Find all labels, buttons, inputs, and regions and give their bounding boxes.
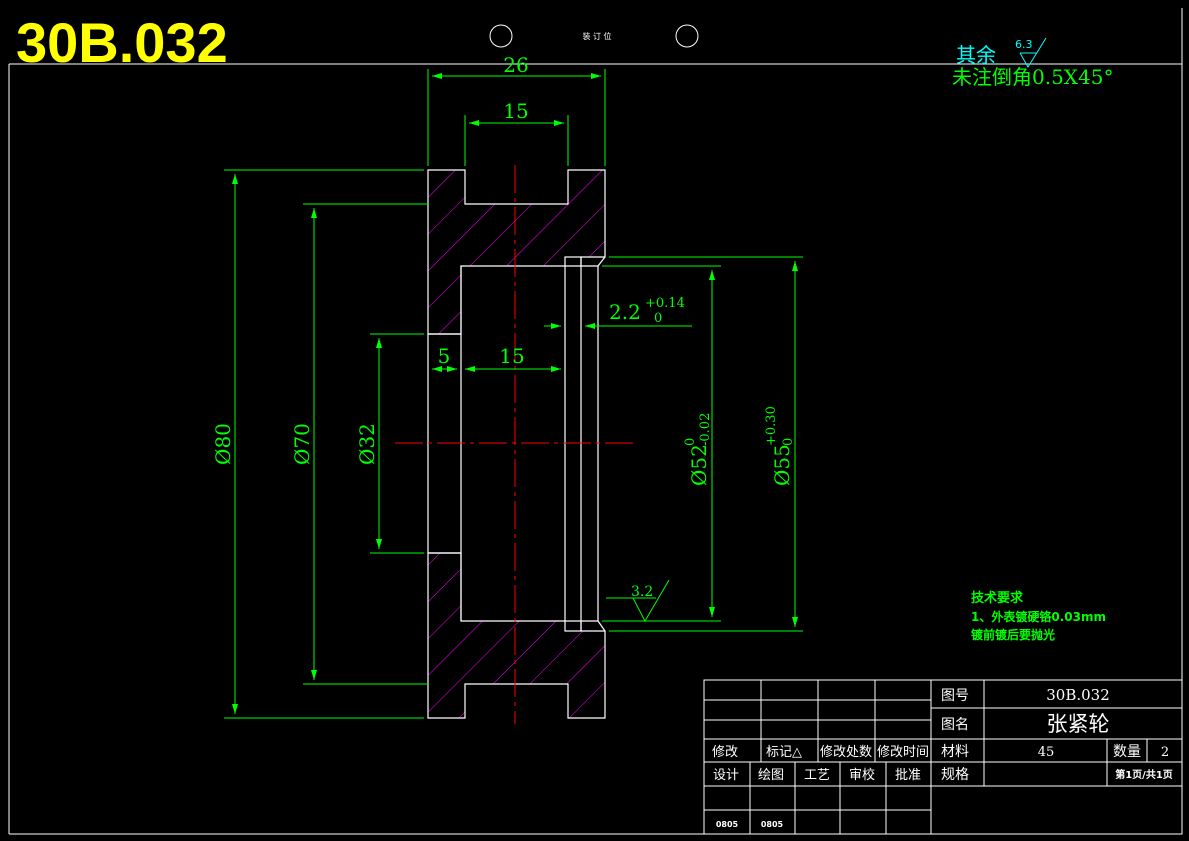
chamfer-note: 未注倒角0.5X45° xyxy=(952,65,1114,89)
dimension-texts: 26 15 5 15 Ø80 Ø70 Ø32 Ø52 0 -0.02 Ø55 +… xyxy=(211,53,796,600)
tb-value-drawing-no: 30B.032 xyxy=(1046,686,1110,704)
tb-label-spec: 规格 xyxy=(941,767,969,783)
dim-snap-width: 2.2 xyxy=(609,300,641,324)
tb-label-drawing-name: 图名 xyxy=(941,717,969,733)
tb-label-draw: 绘图 xyxy=(758,768,784,783)
binding-hole-left-icon xyxy=(489,24,513,48)
tb-label-revise: 修改 xyxy=(712,745,738,760)
roughness-other-prefix: 其余 xyxy=(956,43,996,67)
dim-snap-upper: +0.14 xyxy=(645,296,685,311)
dim-dia-52-upper: 0 xyxy=(683,438,698,446)
tb-value-date-design: 0805 xyxy=(716,820,739,829)
title-block-text: 图号 30B.032 图名 张紧轮 材料 45 数量 2 规格 第1页/共1页 … xyxy=(712,686,1173,829)
dim-bore-width: 15 xyxy=(499,344,524,368)
binding-label: 装 订 位 xyxy=(582,31,611,41)
tb-label-process: 工艺 xyxy=(804,768,830,783)
tb-label-material: 材料 xyxy=(941,744,969,760)
tb-label-quantity: 数量 xyxy=(1113,744,1141,760)
dim-snap-lower: 0 xyxy=(654,311,662,326)
drawing-sheet: 30B.032 装 订 位 其余 6.3 未注倒角0.5X45° 26 15 5… xyxy=(8,8,1183,835)
tb-label-drawing-no: 图号 xyxy=(941,688,969,704)
roughness-bore-value: 3.2 xyxy=(631,584,653,600)
tb-value-date-draw: 0805 xyxy=(761,820,784,829)
dim-step-width: 5 xyxy=(438,344,451,368)
dim-dia-55-lower: 0 xyxy=(781,438,796,446)
tb-label-approve: 批准 xyxy=(895,768,921,783)
dim-dia-55: Ø55 xyxy=(770,444,794,486)
drawing-code-title: 30B.032 xyxy=(16,11,228,74)
dim-dia-70: Ø70 xyxy=(290,423,314,465)
tb-value-drawing-name: 张紧轮 xyxy=(1047,712,1110,736)
tb-value-page: 第1页/共1页 xyxy=(1115,768,1173,781)
roughness-other-value: 6.3 xyxy=(1015,38,1033,51)
dim-groove-width: 15 xyxy=(503,99,528,123)
tb-value-material: 45 xyxy=(1038,745,1055,760)
dim-dia-80: Ø80 xyxy=(211,423,235,465)
tb-value-quantity: 2 xyxy=(1161,745,1169,760)
tech-requirements: 技术要求 1、外表镀硬铬0.03mm 镀前镀后要抛光 xyxy=(971,590,1106,642)
tb-label-mark: 标记△ xyxy=(766,745,802,760)
dim-total-width: 26 xyxy=(503,53,528,77)
dim-dia-52-lower: -0.02 xyxy=(698,413,713,446)
tb-label-revise-time: 修改时间 xyxy=(877,745,929,760)
tech-req-title: 技术要求 xyxy=(971,590,1024,606)
dim-dia-32: Ø32 xyxy=(355,423,379,465)
tech-req-line2: 镀前镀后要抛光 xyxy=(971,627,1055,642)
hatched-section xyxy=(427,169,606,719)
tb-label-revise-place: 修改处数 xyxy=(820,745,872,760)
tb-label-design: 设计 xyxy=(713,768,739,783)
tech-req-line1: 1、外表镀硬铬0.03mm xyxy=(971,609,1106,624)
tb-label-review: 审校 xyxy=(849,767,875,783)
dim-dia-55-upper: +0.30 xyxy=(764,406,779,446)
binding-hole-right-icon xyxy=(675,24,699,48)
dim-dia-52: Ø52 xyxy=(687,444,711,486)
